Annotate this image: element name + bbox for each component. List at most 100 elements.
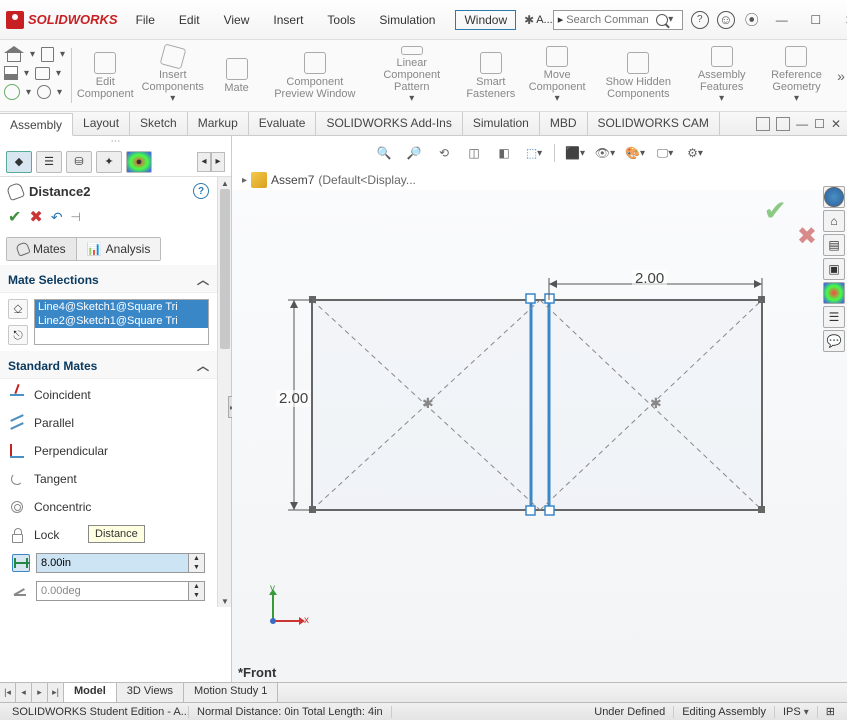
bottom-tab-3dviews[interactable]: 3D Views	[117, 683, 184, 702]
cancel-sketch-icon[interactable]: ✖	[797, 222, 817, 251]
tab-markup[interactable]: Markup	[188, 112, 249, 135]
multi-mate-icon[interactable]: ⎋	[8, 325, 28, 345]
breadcrumb[interactable]: ▸ Assem7 (Default<Display...	[232, 170, 847, 190]
angle-icon[interactable]	[12, 582, 30, 600]
spin-down-icon[interactable]: ▼	[189, 563, 204, 572]
mate-selections-header[interactable]: Mate Selections ︿	[0, 265, 217, 293]
display-style-icon[interactable]: ⬛▾	[563, 142, 587, 164]
save-icon[interactable]	[4, 66, 18, 80]
scrollbar-thumb[interactable]	[220, 189, 230, 349]
rib-assembly-features[interactable]: Assembly Features▾	[686, 44, 758, 107]
rib-edit-component[interactable]: Edit Component	[74, 44, 137, 107]
menu-view[interactable]: View	[220, 10, 254, 30]
bottom-tab-model[interactable]: Model	[64, 683, 117, 702]
tab-sketch[interactable]: Sketch	[130, 112, 188, 135]
rib-reference-geometry[interactable]: Reference Geometry▾	[758, 44, 835, 107]
maximize-button[interactable]: ☐	[803, 11, 829, 29]
window-close-icon[interactable]: ✕	[831, 117, 841, 131]
cancel-button[interactable]: ✖	[29, 207, 42, 227]
section-view-icon[interactable]: ◫	[462, 142, 486, 164]
minimize-button[interactable]: —	[769, 11, 795, 29]
zoom-area-icon[interactable]: 🔎	[402, 142, 426, 164]
angle-spinbox[interactable]: ▲▼	[36, 581, 205, 601]
breadcrumb-expand-icon[interactable]: ▸	[242, 175, 247, 186]
selection-list[interactable]: Line4@Sketch1@Square Tri Line2@Sketch1@S…	[34, 299, 209, 345]
window-minimize-icon[interactable]: —	[796, 117, 808, 131]
mate-lock[interactable]: Lock Distance	[6, 521, 211, 549]
view-settings-icon[interactable]: ⚙▾	[683, 142, 707, 164]
new-doc-icon[interactable]	[41, 47, 54, 62]
view-orientation-icon[interactable]: ⬚▾	[522, 142, 546, 164]
angle-input[interactable]	[37, 582, 188, 600]
rib-component-preview[interactable]: Component Preview Window	[265, 44, 366, 107]
menu-overflow-icon[interactable]: ✱	[524, 13, 534, 27]
status-extra-icon[interactable]: ⊞	[818, 705, 843, 718]
dimension-horizontal[interactable]: 2.00	[632, 270, 667, 287]
rib-smart-fasteners[interactable]: Smart Fasteners	[458, 44, 523, 107]
tab-assembly[interactable]: Assembly	[0, 113, 73, 136]
list-item[interactable]: Line2@Sketch1@Square Tri	[35, 314, 208, 328]
collapse-left-icon[interactable]	[756, 117, 770, 131]
design-library-icon[interactable]: ⌂	[823, 210, 845, 232]
spin-up-icon[interactable]: ▲	[189, 582, 204, 591]
tab-simulation[interactable]: Simulation	[463, 112, 540, 135]
status-units[interactable]: IPS ▾	[775, 706, 818, 718]
ribbon-overflow-icon[interactable]: »	[835, 44, 847, 107]
tab-cam[interactable]: SOLIDWORKS CAM	[588, 112, 720, 135]
help-icon[interactable]: ?	[691, 11, 709, 29]
window-restore-icon[interactable]: ☐	[814, 117, 825, 131]
scroll-down-icon[interactable]: ▼	[218, 595, 232, 607]
mates-tab[interactable]: Mates	[7, 238, 77, 260]
config-manager-tab-icon[interactable]: ⛁	[66, 151, 92, 173]
rib-mate[interactable]: Mate	[209, 44, 265, 107]
property-manager-tab-icon[interactable]: ☰	[36, 151, 62, 173]
tab-next-icon[interactable]: ▸	[32, 683, 48, 702]
tab-mbd[interactable]: MBD	[540, 112, 588, 135]
rib-insert-components[interactable]: Insert Components▾	[137, 44, 209, 107]
undo-button[interactable]: ↶	[51, 209, 63, 226]
hide-show-icon[interactable]: 👁▾	[593, 142, 617, 164]
home-dropdown-icon[interactable]: ▾	[30, 49, 35, 60]
pushpin-icon[interactable]: ⊣	[71, 210, 81, 224]
menu-simulation[interactable]: Simulation	[375, 10, 439, 30]
menu-insert[interactable]: Insert	[269, 10, 307, 30]
menu-edit[interactable]: Edit	[175, 10, 204, 30]
tab-last-icon[interactable]: ▸|	[48, 683, 64, 702]
panel-next-icon[interactable]: ▸	[211, 152, 225, 172]
collapse-right-icon[interactable]	[776, 117, 790, 131]
tab-addins[interactable]: SOLIDWORKS Add-Ins	[316, 112, 462, 135]
rebuild-icon[interactable]	[4, 84, 20, 100]
menu-window[interactable]: Window	[455, 10, 516, 30]
view-palette-icon[interactable]: ▣	[823, 258, 845, 280]
solidworks-resources-icon[interactable]	[823, 186, 845, 208]
file-explorer-icon[interactable]: ▤	[823, 234, 845, 256]
forum-icon[interactable]: 💬	[823, 330, 845, 352]
standard-mates-header[interactable]: Standard Mates ︿	[0, 351, 217, 379]
user-icon[interactable]: ☺	[717, 11, 735, 29]
menu-file[interactable]: File	[132, 10, 159, 30]
tab-evaluate[interactable]: Evaluate	[249, 112, 317, 135]
rib-linear-pattern[interactable]: Linear Component Pattern▾	[365, 44, 458, 107]
tab-layout[interactable]: Layout	[73, 112, 130, 135]
tab-prev-icon[interactable]: ◂	[16, 683, 32, 702]
analysis-tab[interactable]: 📊 Analysis	[77, 238, 161, 260]
ok-button[interactable]: ✔	[8, 207, 21, 227]
mate-coincident[interactable]: Coincident	[6, 381, 211, 409]
list-item[interactable]: Line4@Sketch1@Square Tri	[35, 300, 208, 314]
apply-scene-icon[interactable]: 🖵▾	[653, 142, 677, 164]
display-manager-tab-icon[interactable]: ●	[126, 151, 152, 173]
collapse-icon[interactable]: ︿	[197, 271, 209, 288]
dynamic-annotation-icon[interactable]: ◧	[492, 142, 516, 164]
mate-concentric[interactable]: Concentric	[6, 493, 211, 521]
search-dropdown-icon[interactable]: ▾	[668, 14, 673, 25]
dimxpert-tab-icon[interactable]: ✦	[96, 151, 122, 173]
rib-move-component[interactable]: Move Component▾	[523, 44, 591, 107]
spin-up-icon[interactable]: ▲	[189, 554, 204, 563]
distance-input[interactable]	[37, 554, 188, 572]
custom-props-icon[interactable]: ☰	[823, 306, 845, 328]
prev-view-icon[interactable]: ⟲	[432, 142, 456, 164]
mate-perpendicular[interactable]: Perpendicular	[6, 437, 211, 465]
menu-tools[interactable]: Tools	[323, 10, 359, 30]
scroll-up-icon[interactable]: ▲	[218, 177, 232, 189]
options-icon[interactable]	[37, 85, 51, 99]
